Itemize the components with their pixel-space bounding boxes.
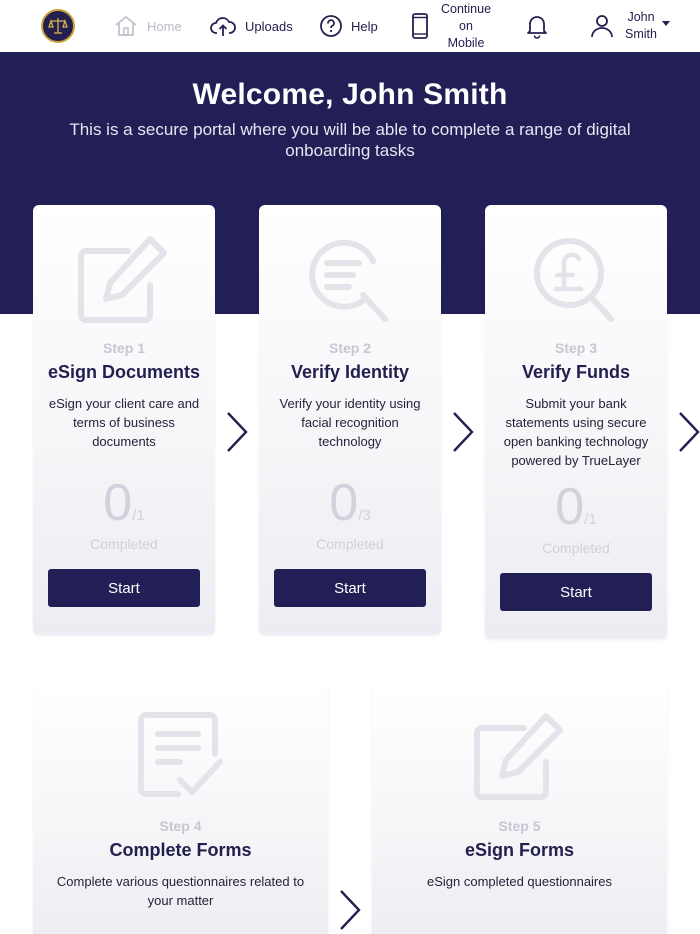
completed-count: 0 bbox=[103, 474, 133, 532]
user-name: John Smith bbox=[624, 9, 658, 43]
user-icon bbox=[591, 15, 613, 38]
step-card-complete-forms: Step 4 Complete Forms Complete various q… bbox=[33, 686, 328, 934]
nav-help-label: Help bbox=[351, 18, 378, 34]
page-subtitle: This is a secure portal where you will b… bbox=[69, 120, 631, 160]
user-last-name: Smith bbox=[625, 27, 657, 41]
form-check-icon bbox=[137, 712, 223, 797]
search-identity-icon bbox=[309, 239, 388, 322]
step-title: Verify Identity bbox=[290, 362, 410, 382]
notifications-button[interactable] bbox=[525, 0, 549, 52]
progress-count: 0/1 bbox=[33, 473, 215, 533]
nav-uploads-label: Uploads bbox=[245, 18, 293, 34]
step-card-verify-identity: Step 2 Verify Identity Verify your ident… bbox=[259, 205, 441, 635]
cloud-upload-icon bbox=[210, 17, 236, 36]
start-button[interactable]: Start bbox=[48, 569, 200, 607]
step-title: Complete Forms bbox=[109, 840, 252, 860]
edit-document-icon bbox=[78, 236, 167, 323]
page-title: Welcome, John Smith bbox=[192, 78, 508, 111]
chevron-right-icon bbox=[453, 412, 474, 452]
start-button[interactable]: Start bbox=[274, 569, 426, 607]
nav-mobile-line1: Continue bbox=[441, 1, 492, 16]
step-description: eSign completed questionnaires bbox=[426, 874, 612, 889]
step-number: Step 3 bbox=[554, 340, 597, 356]
pound-search-icon bbox=[534, 238, 614, 322]
step-description: eSign your client care and terms of busi… bbox=[48, 396, 200, 449]
mobile-phone-icon bbox=[412, 13, 428, 39]
help-icon bbox=[320, 15, 342, 37]
total-count: /1 bbox=[132, 507, 145, 524]
chevron-right-icon bbox=[227, 412, 248, 452]
nav-mobile-label: Continue on Mobile bbox=[441, 1, 491, 52]
progress-count: 0/3 bbox=[259, 473, 441, 533]
step-description: Verify your identity using facial recogn… bbox=[279, 396, 421, 449]
step-card-esign-documents: Step 1 eSign Documents eSign your client… bbox=[33, 205, 215, 635]
scales-icon bbox=[48, 18, 68, 34]
bell-icon bbox=[527, 16, 547, 39]
step-card-esign-forms: Step 5 eSign Forms eSign completed quest… bbox=[372, 686, 667, 934]
total-count: /1 bbox=[584, 511, 597, 528]
completed-label: Completed bbox=[90, 536, 158, 552]
completed-label: Completed bbox=[316, 536, 384, 552]
nav-home[interactable]: Home bbox=[113, 0, 182, 52]
edit-document-icon bbox=[473, 713, 563, 800]
completed-count: 0 bbox=[329, 474, 359, 532]
user-first-name: John bbox=[627, 10, 655, 24]
nav-home-label: Home bbox=[147, 18, 182, 34]
nav-mobile-line2: on bbox=[459, 18, 473, 33]
step-title: Verify Funds bbox=[521, 362, 631, 382]
nav-mobile-line3: Mobile bbox=[447, 35, 485, 50]
chevron-down-icon bbox=[662, 20, 670, 26]
nav-continue-on-mobile[interactable]: Continue on Mobile bbox=[411, 0, 491, 52]
user-menu[interactable]: John Smith bbox=[590, 0, 670, 52]
nav-help[interactable]: Help bbox=[319, 0, 378, 52]
step-number: Step 4 bbox=[159, 818, 202, 834]
step-description: Submit your bank statements using secure… bbox=[503, 396, 649, 468]
step-title: eSign Forms bbox=[464, 840, 575, 860]
scales-of-justice-logo[interactable] bbox=[41, 9, 75, 43]
progress-count: 0/1 bbox=[485, 477, 667, 537]
step-number: Step 1 bbox=[102, 340, 145, 356]
chevron-right-icon bbox=[679, 412, 700, 452]
home-icon bbox=[115, 15, 137, 36]
step-number: Step 5 bbox=[498, 818, 541, 834]
step-description: Complete various questionnaires related … bbox=[56, 874, 305, 908]
nav-uploads[interactable]: Uploads bbox=[209, 0, 293, 52]
start-button[interactable]: Start bbox=[500, 573, 652, 611]
chevron-right-icon bbox=[340, 890, 361, 930]
step-number: Step 2 bbox=[328, 340, 371, 356]
completed-label: Completed bbox=[542, 540, 610, 556]
top-navigation: Home Uploads Help Continue on Mobile Joh… bbox=[0, 0, 700, 52]
step-card-verify-funds: Step 3 Verify Funds Submit your bank sta… bbox=[485, 205, 667, 639]
step-title: eSign Documents bbox=[47, 362, 201, 382]
total-count: /3 bbox=[358, 507, 371, 524]
completed-count: 0 bbox=[555, 478, 585, 536]
